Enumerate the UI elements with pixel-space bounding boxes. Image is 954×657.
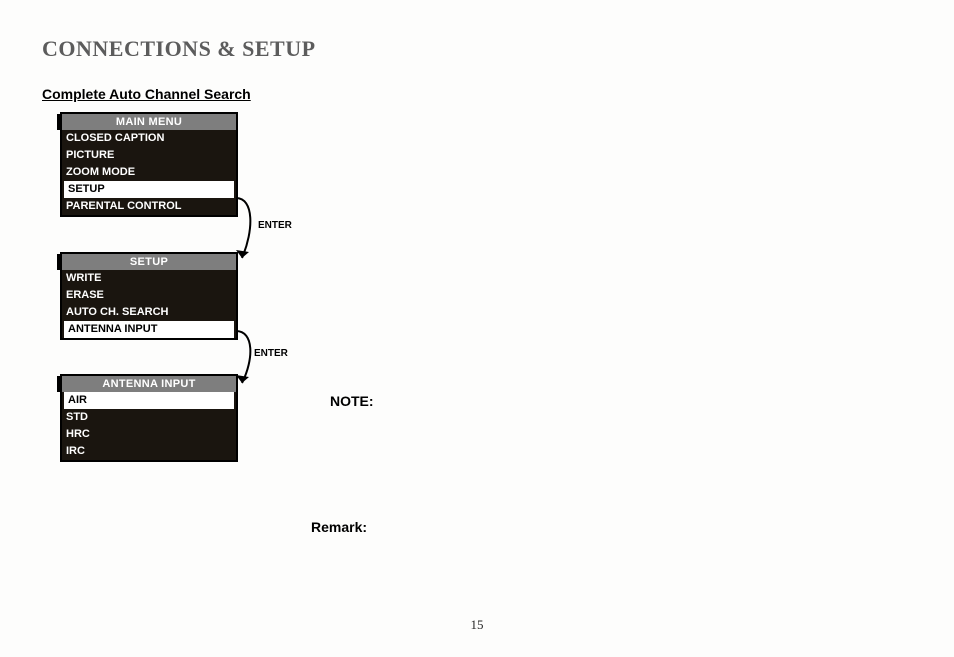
page-number: 15 xyxy=(0,617,954,633)
note-label: NOTE: xyxy=(330,393,374,409)
menu-main-item-closed-caption: CLOSED CAPTION xyxy=(62,130,236,147)
menu-setup-header: SETUP xyxy=(62,254,236,270)
menu-main-nub xyxy=(57,114,62,130)
remark-label: Remark: xyxy=(311,519,367,535)
menu-main-item-parental-control: PARENTAL CONTROL xyxy=(62,198,236,215)
page: CONNECTIONS & SETUP Complete Auto Channe… xyxy=(0,0,954,657)
menu-setup-nub xyxy=(57,254,62,270)
arrow-setup-to-antenna-icon xyxy=(234,325,264,395)
enter-label-2: ENTER xyxy=(254,348,288,359)
menu-antenna-item-air: AIR xyxy=(64,392,234,409)
section-subheading: Complete Auto Channel Search xyxy=(42,86,251,102)
page-title: CONNECTIONS & SETUP xyxy=(42,36,316,62)
menu-antenna-item-hrc: HRC xyxy=(62,426,236,443)
menu-setup-item-erase: ERASE xyxy=(62,287,236,304)
menu-antenna-item-std: STD xyxy=(62,409,236,426)
menu-setup-item-antenna-input: ANTENNA INPUT xyxy=(64,321,234,338)
menu-antenna-item-irc: IRC xyxy=(62,443,236,460)
menu-setup-item-write: WRITE xyxy=(62,270,236,287)
menu-main-item-picture: PICTURE xyxy=(62,147,236,164)
menu-antenna-nub xyxy=(57,376,62,392)
menu-setup: SETUP WRITE ERASE AUTO CH. SEARCH ANTENN… xyxy=(60,252,238,340)
menu-main-item-zoom-mode: ZOOM MODE xyxy=(62,164,236,181)
enter-label-1: ENTER xyxy=(258,220,292,231)
menu-main: MAIN MENU CLOSED CAPTION PICTURE ZOOM MO… xyxy=(60,112,238,217)
menu-antenna-header: ANTENNA INPUT xyxy=(62,376,236,392)
menu-setup-item-auto-ch-search: AUTO CH. SEARCH xyxy=(62,304,236,321)
menu-main-item-setup: SETUP xyxy=(64,181,234,198)
menu-main-header: MAIN MENU xyxy=(62,114,236,130)
menu-antenna: ANTENNA INPUT AIR STD HRC IRC xyxy=(60,374,238,462)
